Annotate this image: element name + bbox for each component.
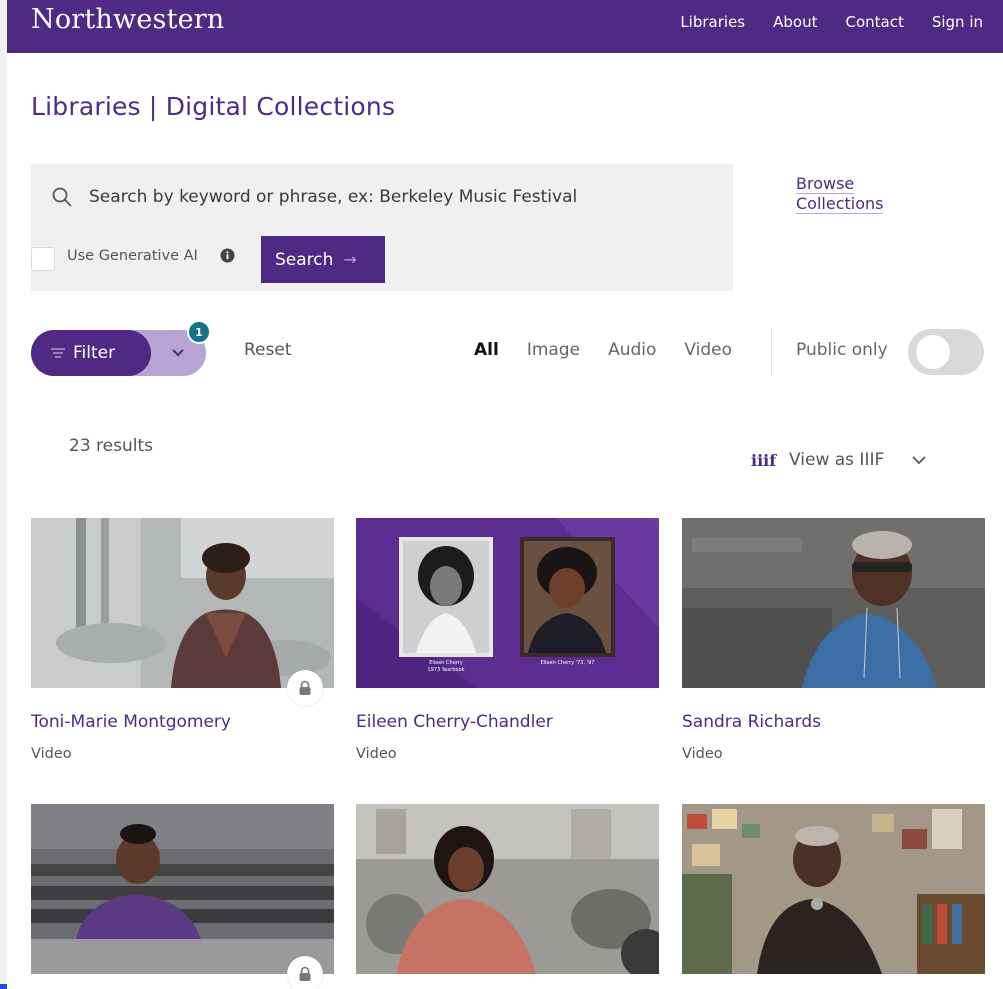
reset-button[interactable]: Reset [244, 340, 292, 360]
restricted-lock-badge [287, 956, 323, 989]
search-button-label: Search [275, 249, 334, 270]
filter-group: Filter [31, 330, 206, 376]
nav-sign-in[interactable]: Sign in [932, 13, 983, 31]
search-button[interactable]: Search → [261, 236, 385, 283]
result-title[interactable]: Toni-Marie Montgomery [31, 712, 231, 732]
info-icon[interactable] [220, 248, 235, 263]
lock-icon [299, 680, 311, 695]
filter-dropdown-toggle[interactable] [163, 341, 193, 365]
result-thumbnail[interactable] [682, 804, 985, 974]
restricted-lock-badge [287, 670, 323, 706]
public-only-toggle[interactable] [908, 329, 984, 375]
page-title: Libraries | Digital Collections [31, 92, 396, 121]
result-thumbnail[interactable] [31, 804, 334, 974]
yearbook-caption-right: Eileen Cherry '73, '97 [540, 660, 595, 666]
browse-link-line1: Browse [796, 174, 855, 194]
result-type: Video [682, 746, 723, 762]
result-thumbnail[interactable] [356, 804, 659, 974]
nav-libraries[interactable]: Libraries [680, 13, 745, 31]
lock-icon [299, 966, 311, 981]
public-only-label: Public only [796, 340, 888, 360]
results-count: 23 results [69, 436, 153, 456]
generative-ai-label: Use Generative AI [67, 248, 198, 264]
iiif-icon: iiif [751, 451, 777, 470]
window-edge [0, 0, 7, 989]
result-thumbnail[interactable] [682, 518, 985, 688]
top-navigation-bar: Northwestern Libraries About Contact Sig… [7, 0, 1003, 53]
active-filter-count-badge: 1 [187, 320, 211, 344]
brand-logo[interactable]: Northwestern [31, 4, 225, 35]
result-thumbnail[interactable] [31, 518, 334, 688]
toggle-knob [916, 335, 950, 369]
window-edge-accent [0, 984, 7, 989]
arrow-right-icon: → [343, 250, 357, 269]
work-type-tabs: All Image Audio Video [474, 340, 732, 360]
view-as-iiif-button[interactable]: View as IIIF [789, 450, 884, 470]
main-nav: Libraries About Contact Sign in [680, 13, 983, 31]
tab-all[interactable]: All [474, 340, 499, 360]
result-type: Video [31, 746, 72, 762]
filter-lines-icon [51, 348, 65, 358]
browse-collections-link[interactable]: Browse Collections [796, 174, 884, 214]
chevron-down-icon [172, 349, 184, 357]
browse-link-line2: Collections [796, 194, 884, 214]
search-input[interactable] [89, 181, 709, 213]
yearbook-caption-left: Eileen Cherry 1973 Yearbook [427, 660, 465, 673]
nav-about[interactable]: About [773, 13, 817, 31]
tab-image[interactable]: Image [527, 340, 580, 360]
tab-video[interactable]: Video [684, 340, 732, 360]
search-icon [52, 187, 72, 207]
search-panel: Use Generative AI Search → [31, 164, 733, 291]
result-type: Video [356, 746, 397, 762]
generative-ai-checkbox[interactable] [31, 247, 55, 271]
divider [771, 328, 772, 376]
result-title[interactable]: Sandra Richards [682, 712, 821, 732]
filter-button-label: Filter [73, 343, 116, 363]
chevron-down-icon[interactable] [910, 451, 928, 469]
nav-contact[interactable]: Contact [845, 13, 903, 31]
filter-button[interactable]: Filter [31, 330, 151, 376]
result-title[interactable]: Eileen Cherry-Chandler [356, 712, 553, 732]
tab-audio[interactable]: Audio [608, 340, 656, 360]
